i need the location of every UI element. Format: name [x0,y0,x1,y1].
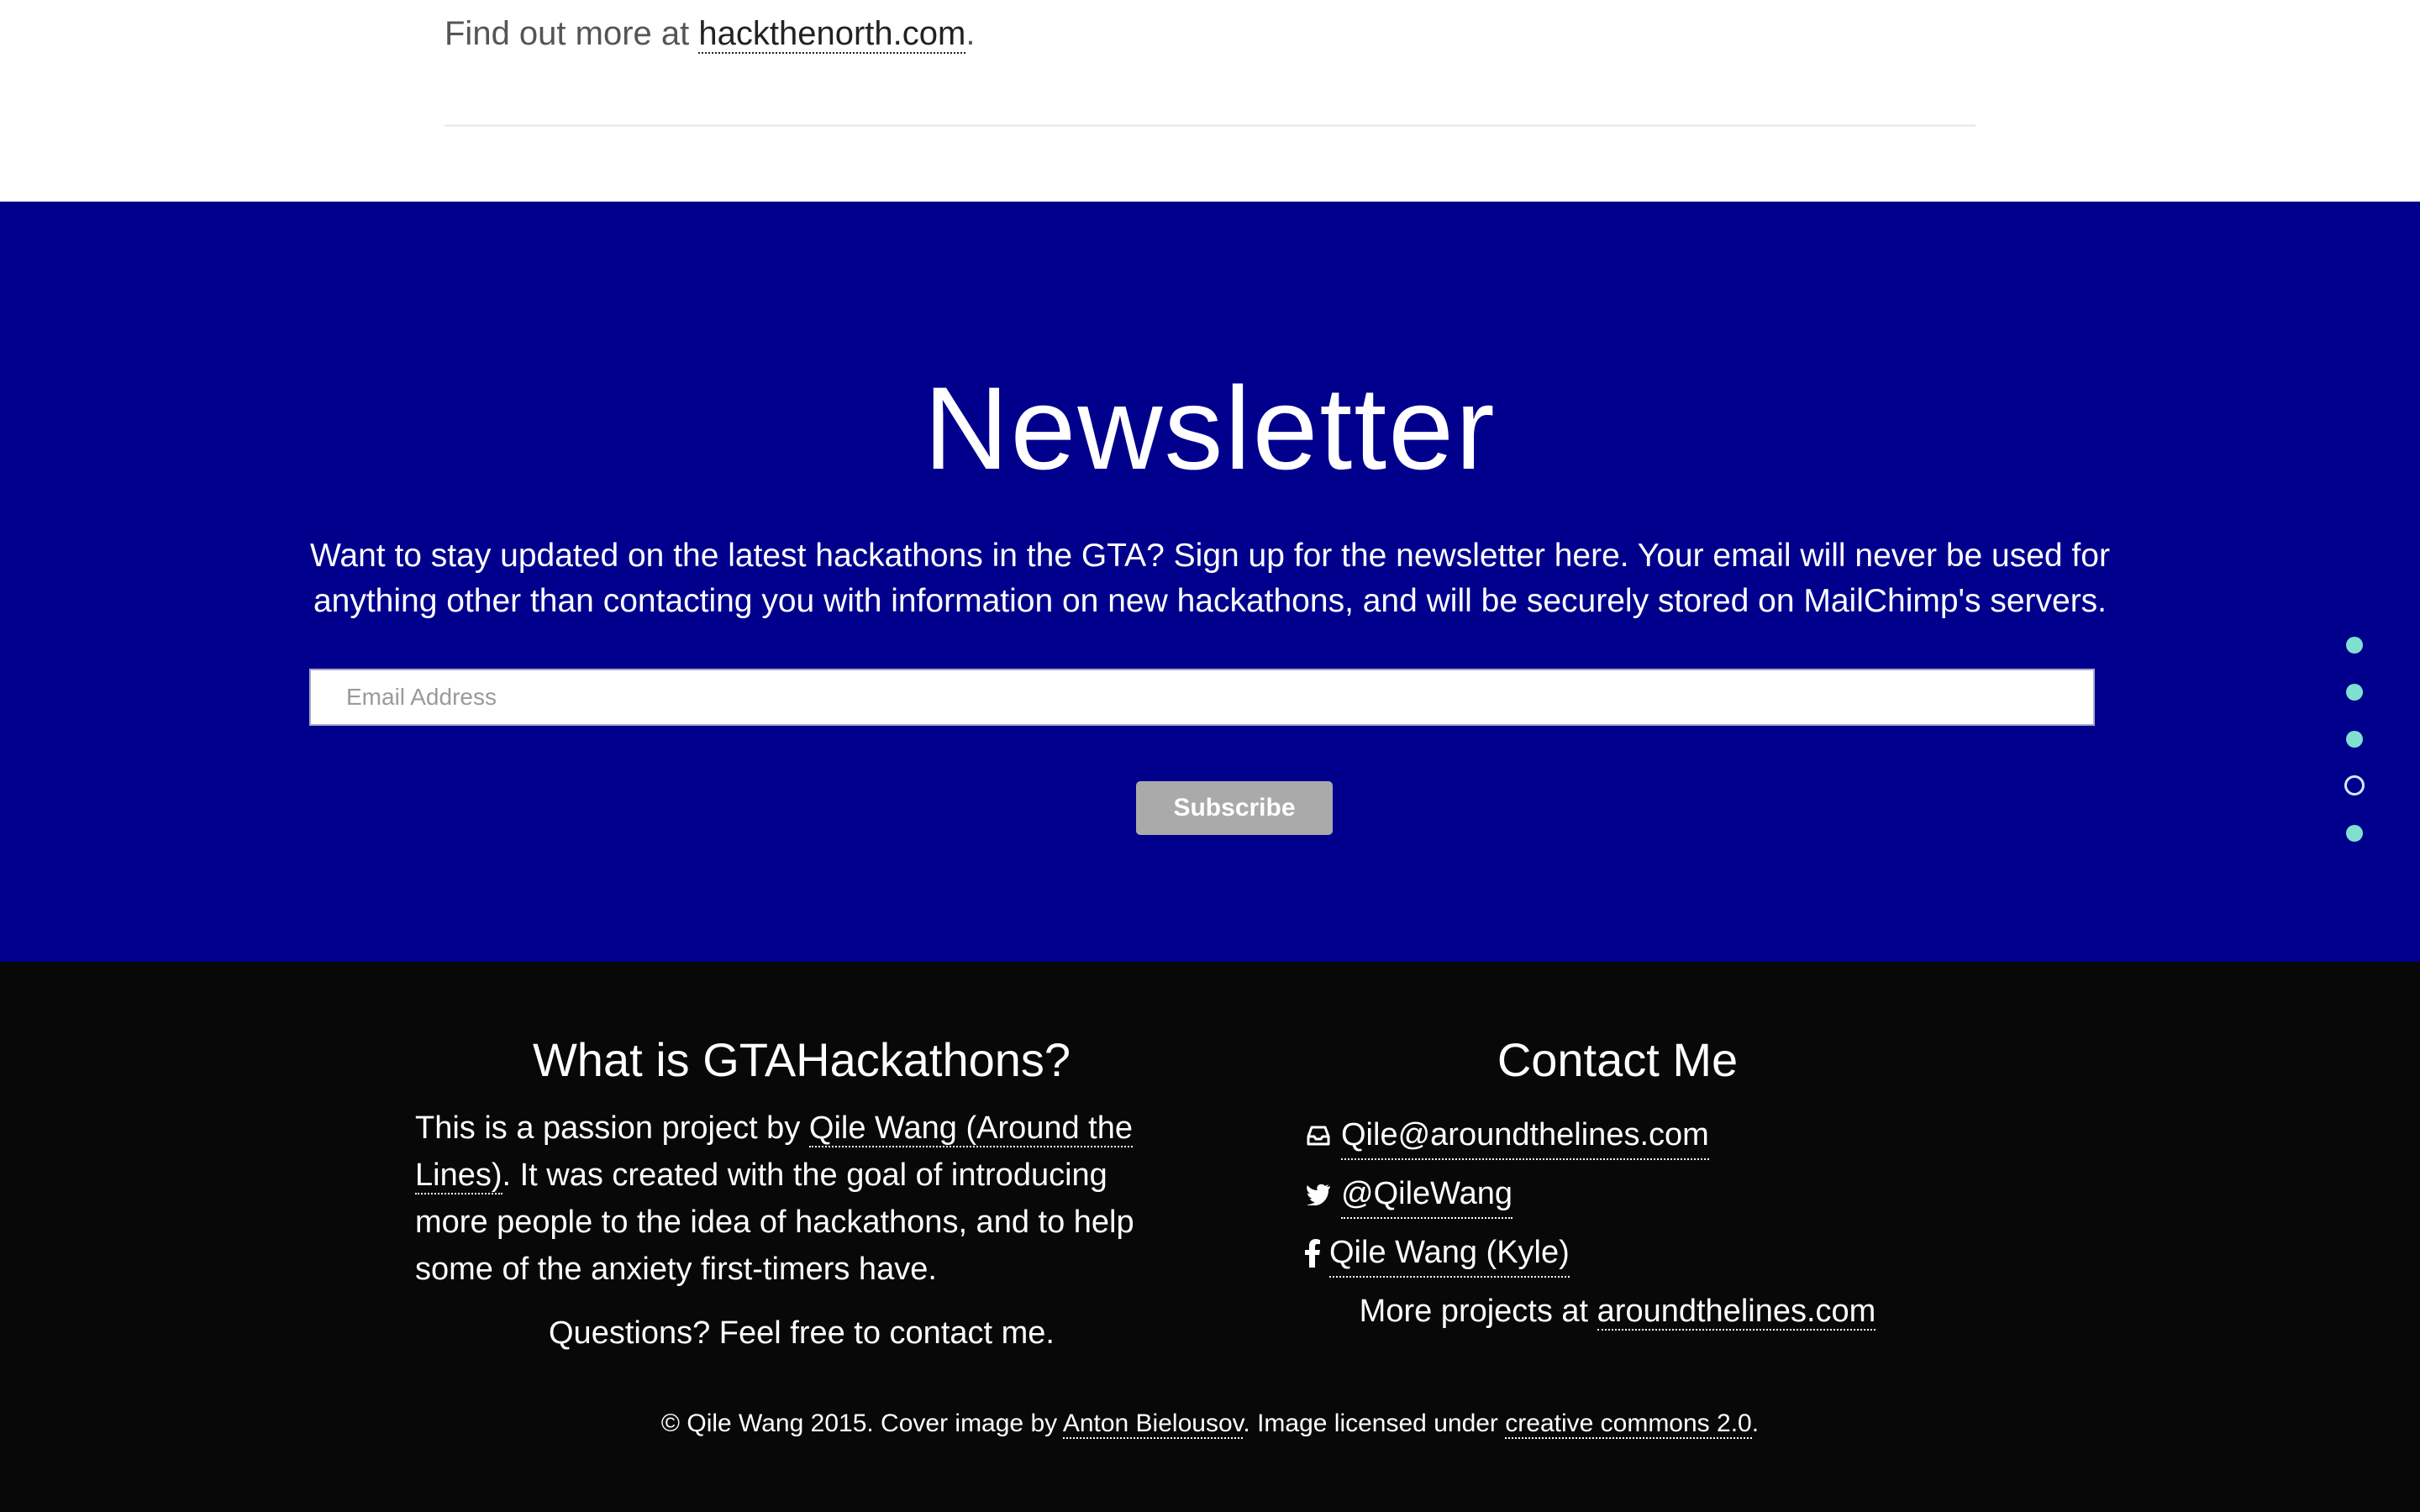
twitter-icon [1302,1179,1334,1210]
about-heading: What is GTAHackathons? [532,1033,1071,1086]
newsletter-section: Newsletter Want to stay updated on the l… [0,202,2420,962]
cover-image-author-link[interactable]: Anton Bielousov [1062,1410,1244,1439]
inbox-icon [1302,1120,1334,1152]
about-text-suffix: . It was created with the goal of introd… [415,1158,1134,1287]
newsletter-description: Want to stay updated on the latest hacka… [310,538,2110,619]
find-out-more-text: Find out more at hackthenorth.com. [445,15,976,54]
copyright-middle: . Image licensed under [1243,1410,1506,1437]
dot-nav-item-1[interactable] [2346,637,2363,654]
dot-nav-item-4-active[interactable] [2344,775,2365,795]
contact-heading: Contact Me [1497,1033,1739,1086]
email-input[interactable] [309,669,2095,726]
contact-twitter-item: @QileWang [1302,1165,1933,1224]
footer: What is GTAHackathons? This is a passion… [0,962,2420,1512]
contact-column: Contact Me Qile@aroundthelines.com @Qile… [1302,1031,1933,1335]
facebook-link[interactable]: Qile Wang (Kyle) [1329,1229,1570,1278]
copyright-text: © Qile Wang 2015. Cover image by Anton B… [0,1407,2420,1441]
copyright-suffix: . [1751,1410,1760,1437]
find-out-more-suffix: . [965,15,976,52]
more-projects-text: More projects at aroundthelines.com [1302,1288,1933,1335]
about-text: This is a passion project by Qile Wang (… [415,1105,1188,1293]
subscribe-button[interactable]: Subscribe [1136,781,1333,835]
about-text-prefix: This is a passion project by [415,1110,809,1146]
section-divider [445,124,1975,127]
license-link[interactable]: creative commons 2.0 [1505,1410,1752,1439]
dot-nav-item-2[interactable] [2346,684,2363,701]
contact-list: Qile@aroundthelines.com @QileWang Qile W… [1302,1106,1933,1283]
find-out-more-prefix: Find out more at [445,15,699,52]
aroundthelines-link[interactable]: aroundthelines.com [1597,1294,1876,1331]
newsletter-title: Newsletter [923,362,1497,494]
dot-nav-item-5[interactable] [2346,825,2363,842]
questions-text: Questions? Feel free to contact me. [549,1315,1055,1351]
dot-nav-item-3[interactable] [2346,731,2363,748]
contact-email-item: Qile@aroundthelines.com [1302,1106,1933,1165]
twitter-link[interactable]: @QileWang [1341,1170,1513,1219]
more-projects-prefix: More projects at [1359,1294,1597,1329]
contact-facebook-item: Qile Wang (Kyle) [1302,1224,1933,1283]
previous-section: Find out more at hackthenorth.com. [0,0,2420,202]
email-link[interactable]: Qile@aroundthelines.com [1341,1111,1709,1160]
about-column: What is GTAHackathons? This is a passion… [415,1031,1188,1357]
hackthenorth-link[interactable]: hackthenorth.com [698,15,966,54]
facebook-icon [1302,1237,1323,1269]
copyright-prefix: © Qile Wang 2015. Cover image by [660,1410,1063,1437]
